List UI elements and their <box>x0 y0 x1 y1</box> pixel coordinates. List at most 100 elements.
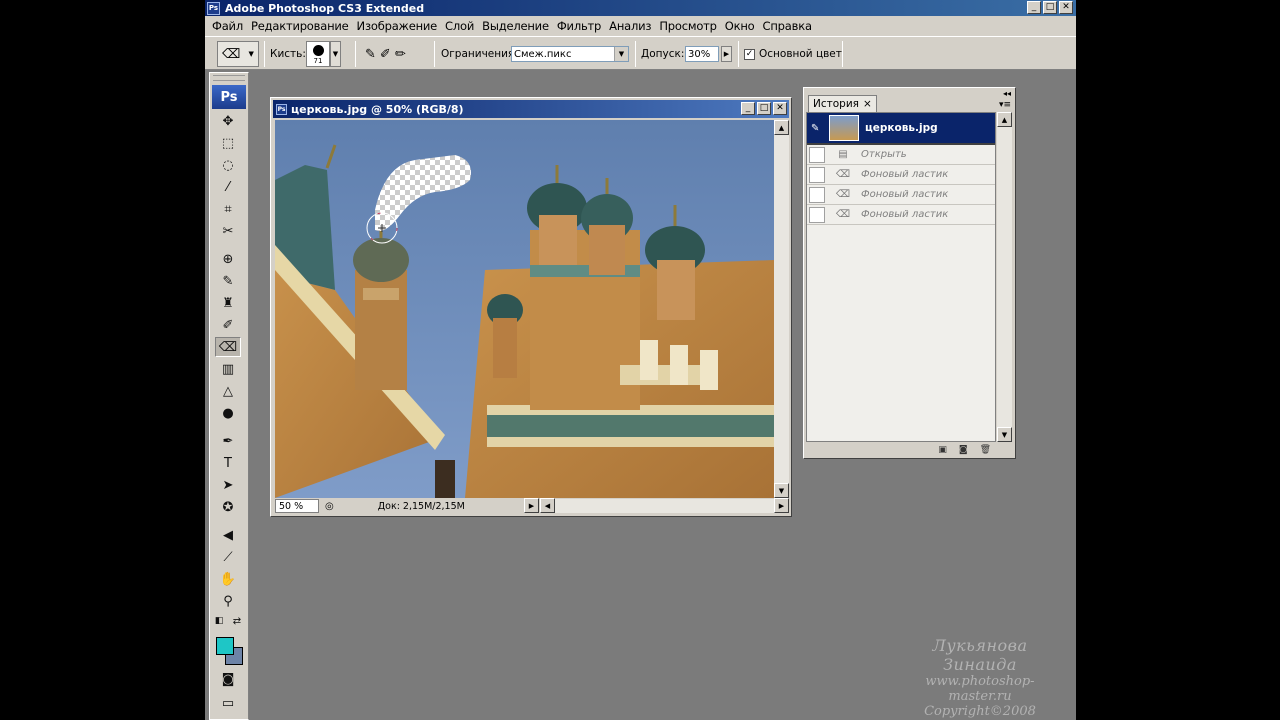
document-title-bar[interactable]: Ps церковь.jpg @ 50% (RGB/8) _ □ ✕ <box>273 100 789 118</box>
history-tab-label: История <box>813 98 859 110</box>
scroll-left-button[interactable]: ◀ <box>540 498 555 513</box>
sampling-swatch-icon[interactable]: ✏ <box>395 47 406 62</box>
magic-wand-tool-icon[interactable]: ⁄ <box>215 177 241 197</box>
history-brush-tool-icon[interactable]: ✐ <box>215 315 241 335</box>
toolbox-grip[interactable] <box>213 75 245 81</box>
sampling-continuous-icon[interactable]: ✎ <box>365 47 376 62</box>
brush-tip-icon <box>313 45 324 56</box>
toolbox: Ps ✥ ⬚ ◌ ⁄ ⌗ ✂ ⊕ ✎ ♜ ✐ ⌫ ▥ △ ● ✒ T ➤ ✪ ◀… <box>209 72 249 720</box>
create-snapshot-icon[interactable]: ◙ <box>959 445 968 455</box>
history-state[interactable]: ⌫ Фоновый ластик <box>807 205 995 225</box>
brush-picker[interactable]: 71 ▼ <box>306 37 341 71</box>
zoom-input[interactable]: 50 % <box>275 499 319 513</box>
status-options-icon[interactable]: ◎ <box>325 501 334 512</box>
pen-tool-icon[interactable]: ✒ <box>215 431 241 451</box>
foreground-color-swatch[interactable] <box>216 637 234 655</box>
doc-close-button[interactable]: ✕ <box>773 102 787 115</box>
history-snapshot[interactable]: ✎ церковь.jpg <box>807 113 995 145</box>
quick-mask-icon[interactable]: ◙ <box>215 669 241 689</box>
horizontal-scrollbar[interactable]: ▶ ◀ ▶ <box>524 498 789 513</box>
path-selection-tool-icon[interactable]: ➤ <box>215 475 241 495</box>
zoom-tool-icon[interactable]: ⚲ <box>215 591 241 611</box>
swap-colors-icon[interactable]: ⇄ <box>230 614 244 628</box>
history-state-label: Открыть <box>861 149 907 160</box>
tool-preset-picker[interactable]: ⌫ ▼ <box>217 37 259 71</box>
menu-image[interactable]: Изображение <box>353 19 442 33</box>
status-menu-arrow[interactable]: ▶ <box>524 498 539 513</box>
crop-tool-icon[interactable]: ⌗ <box>215 199 241 219</box>
brush-dropdown-button[interactable]: ▼ <box>330 41 341 67</box>
tolerance-label: Допуск: <box>641 48 685 60</box>
separator <box>738 41 739 67</box>
eyedropper-tool-icon[interactable]: ⟋ <box>215 547 241 567</box>
menu-window[interactable]: Окно <box>721 19 759 33</box>
vertical-scrollbar[interactable]: ▲ ▼ <box>774 120 789 498</box>
menu-analysis[interactable]: Анализ <box>605 19 655 33</box>
notes-tool-icon[interactable]: ◀ <box>215 525 241 545</box>
watermark-copyright: Copyright©2008 <box>924 704 1036 719</box>
history-state[interactable]: ▤ Открыть <box>807 145 995 165</box>
photoshop-window: Ps Adobe Photoshop CS3 Extended _ □ ✕ Фа… <box>205 0 1076 720</box>
new-document-from-state-icon[interactable]: ▣ <box>938 445 947 455</box>
minimize-button[interactable]: _ <box>1027 1 1041 14</box>
tab-close-icon[interactable]: × <box>863 98 872 110</box>
background-eraser-tool-icon[interactable]: ⌫ <box>215 337 241 357</box>
scroll-right-button[interactable]: ▶ <box>774 498 789 513</box>
history-source-box[interactable] <box>809 186 825 203</box>
menu-select[interactable]: Выделение <box>478 19 553 33</box>
screen-mode-icon[interactable]: ▭ <box>215 693 241 713</box>
photoshop-logo[interactable]: Ps <box>212 85 246 109</box>
trash-icon[interactable]: 🗑 <box>980 445 991 455</box>
history-brush-source-icon[interactable]: ✎ <box>811 123 819 134</box>
tolerance-slider-button[interactable]: ▶ <box>721 46 732 62</box>
background-eraser-icon: ⌫ <box>835 169 851 180</box>
history-state[interactable]: ⌫ Фоновый ластик <box>807 165 995 185</box>
checkbox-box[interactable]: ✓ <box>744 48 755 60</box>
close-button[interactable]: ✕ <box>1059 1 1073 14</box>
doc-maximize-button[interactable]: □ <box>757 102 771 115</box>
watermark-url: www.photoshop-master.ru <box>925 674 1035 704</box>
history-state[interactable]: ⌫ Фоновый ластик <box>807 185 995 205</box>
tab-history[interactable]: История × <box>808 95 877 112</box>
blur-tool-icon[interactable]: △ <box>215 381 241 401</box>
scroll-down-button[interactable]: ▼ <box>997 427 1012 442</box>
gradient-tool-icon[interactable]: ▥ <box>215 359 241 379</box>
menu-edit[interactable]: Редактирование <box>247 19 353 33</box>
shape-tool-icon[interactable]: ✪ <box>215 497 241 517</box>
scroll-up-button[interactable]: ▲ <box>774 120 789 135</box>
menu-file[interactable]: Файл <box>208 19 247 33</box>
scroll-up-button[interactable]: ▲ <box>997 112 1012 127</box>
panel-collapse-icon[interactable]: ◂◂ <box>1003 89 1011 98</box>
doc-minimize-button[interactable]: _ <box>741 102 755 115</box>
sampling-once-icon[interactable]: ✐ <box>380 47 391 62</box>
maximize-button[interactable]: □ <box>1043 1 1057 14</box>
slice-tool-icon[interactable]: ✂ <box>215 221 241 241</box>
default-colors-icon[interactable]: ◧ <box>212 614 226 628</box>
menu-help[interactable]: Справка <box>759 19 816 33</box>
chevron-down-icon: ▼ <box>248 50 254 58</box>
healing-brush-tool-icon[interactable]: ⊕ <box>215 249 241 269</box>
tolerance-input[interactable]: 30% <box>685 46 719 62</box>
marquee-tool-icon[interactable]: ⬚ <box>215 133 241 153</box>
history-source-box[interactable] <box>809 146 825 163</box>
limits-select[interactable]: Смеж.пикс ▼ <box>511 46 629 62</box>
hand-tool-icon[interactable]: ✋ <box>215 569 241 589</box>
menu-filter[interactable]: Фильтр <box>553 19 605 33</box>
image-canvas[interactable] <box>275 120 774 498</box>
clone-stamp-tool-icon[interactable]: ♜ <box>215 293 241 313</box>
dodge-tool-icon[interactable]: ● <box>215 403 241 423</box>
protect-foreground-checkbox[interactable]: ✓ Основной цвет <box>744 37 842 71</box>
panel-menu-icon[interactable]: ▾≡ <box>999 100 1011 110</box>
history-source-box[interactable] <box>809 206 825 223</box>
scroll-down-button[interactable]: ▼ <box>774 483 789 498</box>
menu-view[interactable]: Просмотр <box>655 19 720 33</box>
lasso-tool-icon[interactable]: ◌ <box>215 155 241 175</box>
brush-tool-icon[interactable]: ✎ <box>215 271 241 291</box>
history-scrollbar[interactable]: ▲ ▼ <box>997 112 1012 442</box>
menu-layer[interactable]: Слой <box>441 19 478 33</box>
history-source-box[interactable] <box>809 166 825 183</box>
author-watermark: Лукьянова Зинаида www.photoshop-master.r… <box>895 636 1065 719</box>
type-tool-icon[interactable]: T <box>215 453 241 473</box>
move-tool-icon[interactable]: ✥ <box>215 111 241 131</box>
panel-header[interactable]: История × ◂◂ ▾≡ <box>804 88 1015 112</box>
